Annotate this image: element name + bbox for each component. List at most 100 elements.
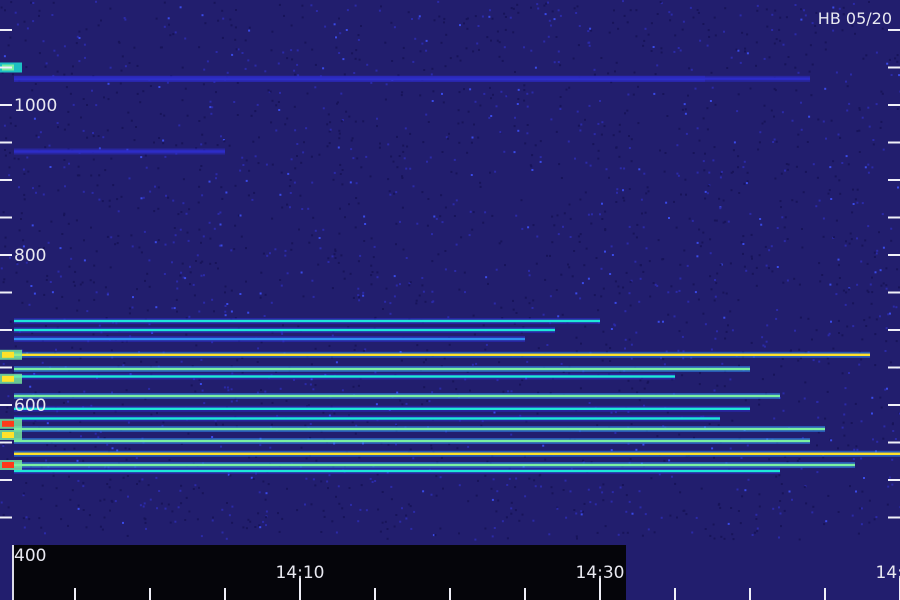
noise-speck [188, 208, 191, 211]
noise-speck [96, 184, 99, 187]
noise-speck [503, 46, 506, 49]
noise-speck [501, 520, 504, 523]
noise-speck [193, 294, 196, 297]
noise-speck [534, 144, 537, 147]
emission-line [14, 452, 900, 455]
noise-speck [528, 274, 531, 277]
noise-speck [750, 341, 753, 344]
noise-speck [245, 247, 247, 250]
noise-speck [508, 477, 511, 480]
noise-speck [11, 73, 14, 76]
noise-speck [157, 186, 160, 189]
noise-speck [68, 162, 70, 165]
noise-speck [94, 432, 97, 435]
noise-speck [713, 219, 716, 222]
noise-speck [871, 276, 873, 279]
noise-speck [190, 384, 193, 387]
noise-speck [699, 372, 701, 375]
noise-speck [119, 489, 122, 492]
noise-speck [448, 343, 451, 346]
emission-line [14, 319, 600, 323]
noise-speck [871, 412, 873, 415]
noise-speck [555, 130, 558, 133]
noise-speck [532, 519, 535, 522]
edge-hotspot [2, 462, 14, 468]
noise-speck [257, 347, 260, 350]
noise-speck [890, 227, 893, 230]
noise-speck [638, 300, 641, 303]
noise-speck [510, 501, 513, 504]
noise-speck [535, 262, 538, 265]
noise-speck [82, 485, 85, 488]
noise-speck [576, 537, 578, 540]
noise-speck [867, 225, 870, 228]
noise-speck [52, 1, 55, 4]
noise-speck [3, 124, 6, 127]
noise-speck [399, 399, 402, 402]
noise-speck [659, 1, 662, 4]
noise-speck [626, 242, 629, 245]
noise-speck [179, 489, 182, 492]
noise-speck [551, 10, 554, 13]
noise-speck [746, 33, 749, 36]
noise-speck [55, 487, 58, 490]
noise-speck [765, 8, 768, 11]
noise-speck [673, 315, 676, 318]
noise-speck [821, 274, 824, 276]
noise-speck [781, 492, 784, 495]
noise-speck [48, 144, 51, 147]
noise-speck [512, 31, 515, 34]
noise-speck [818, 199, 821, 202]
noise-speck [466, 27, 469, 30]
edge-hotspot [2, 375, 14, 382]
noise-speck [58, 391, 61, 394]
noise-speck [72, 103, 75, 106]
noise-speck [822, 235, 825, 238]
noise-speck [722, 199, 725, 202]
noise-speck [409, 505, 412, 508]
noise-speck [28, 518, 31, 521]
noise-speck [429, 156, 432, 159]
noise-speck [765, 340, 768, 343]
noise-speck [510, 7, 513, 10]
noise-speck [265, 524, 267, 527]
noise-speck [463, 22, 465, 25]
noise-speck [882, 282, 885, 285]
noise-speck [209, 106, 212, 109]
noise-speck [176, 280, 179, 283]
noise-speck [550, 486, 553, 489]
noise-speck [653, 531, 656, 534]
noise-speck [425, 358, 427, 361]
noise-speck [615, 61, 618, 64]
noise-speck [402, 150, 405, 153]
noise-speck [730, 507, 733, 509]
noise-speck [707, 29, 710, 32]
noise-speck [798, 400, 801, 403]
noise-speck [589, 164, 592, 167]
noise-speck [458, 141, 461, 144]
noise-speck [750, 255, 753, 258]
noise-speck [643, 39, 646, 42]
noise-speck [337, 261, 340, 264]
noise-speck [422, 141, 425, 144]
noise-speck [385, 83, 388, 86]
noise-speck [656, 435, 659, 438]
noise-speck [329, 121, 332, 124]
noise-speck [708, 423, 711, 425]
noise-speck [785, 163, 788, 165]
noise-speck [305, 457, 308, 460]
noise-speck [4, 236, 7, 239]
noise-speck [224, 291, 226, 294]
noise-speck [793, 277, 796, 280]
noise-speck [588, 402, 591, 404]
noise-speck [26, 280, 29, 283]
noise-speck [356, 157, 359, 160]
noise-speck [305, 127, 308, 130]
noise-speck [2, 445, 5, 447]
noise-speck [662, 93, 665, 95]
noise-speck [418, 15, 421, 18]
noise-speck [866, 289, 869, 292]
noise-speck [549, 295, 552, 298]
noise-speck [339, 207, 341, 210]
noise-speck [559, 96, 562, 98]
